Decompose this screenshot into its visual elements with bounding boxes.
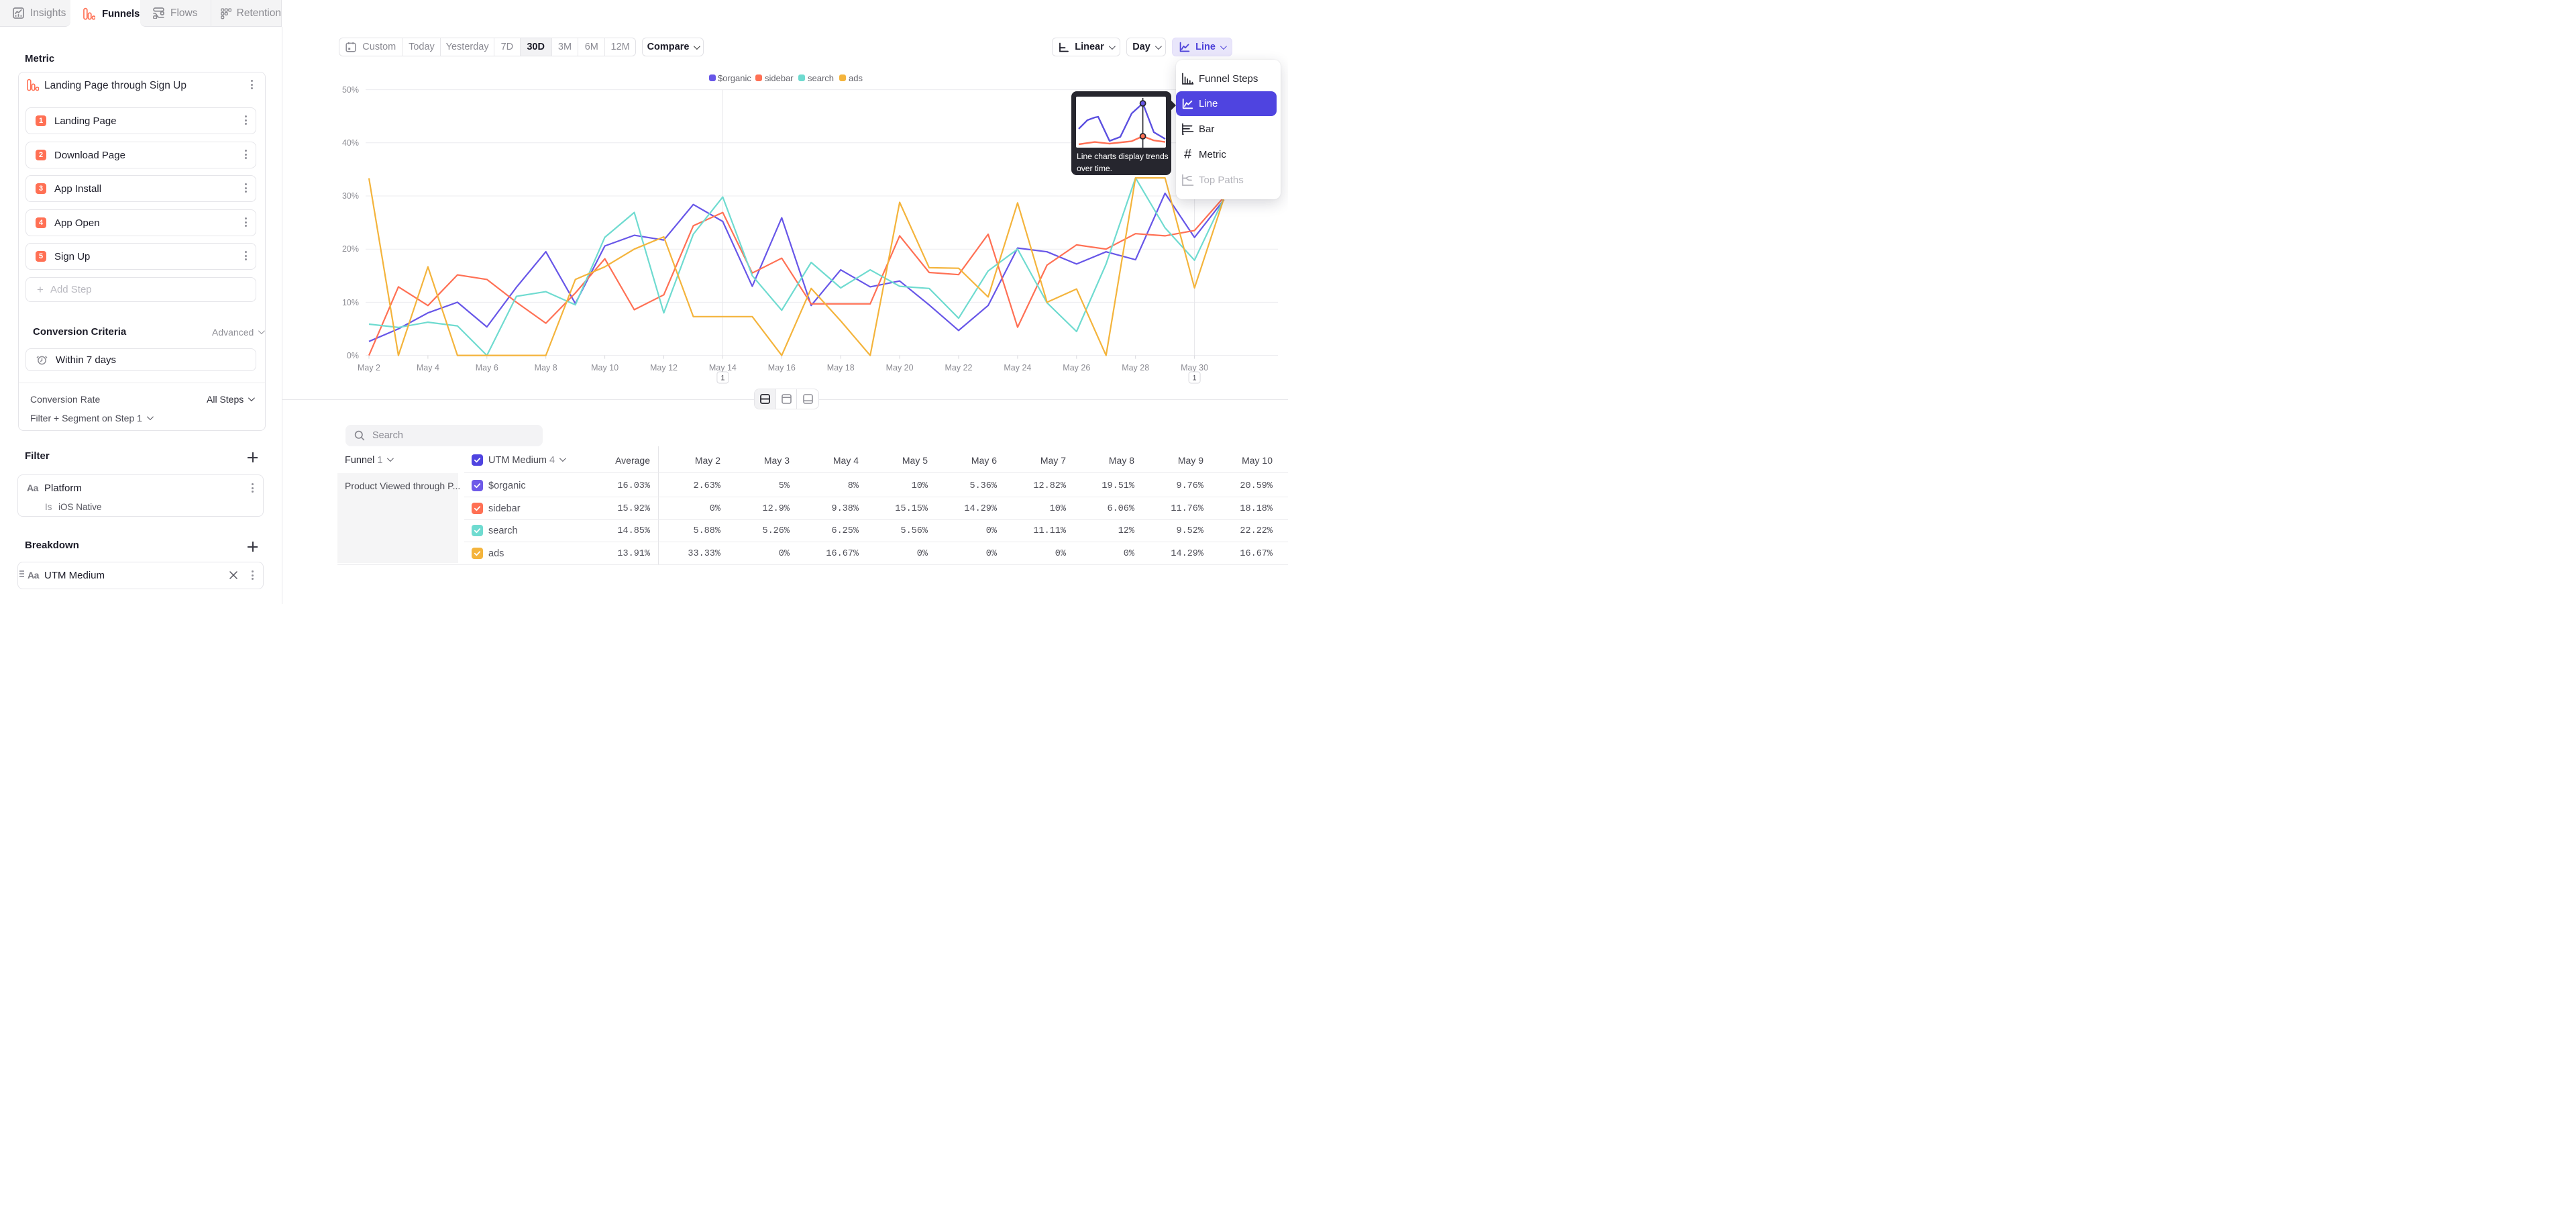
svg-text:May 4: May 4 <box>417 363 439 372</box>
svg-text:40%: 40% <box>342 138 359 148</box>
svg-text:May 28: May 28 <box>1122 363 1149 372</box>
svg-text:May 18: May 18 <box>827 363 855 372</box>
svg-text:May 22: May 22 <box>945 363 973 372</box>
svg-text:May 16: May 16 <box>768 363 796 372</box>
svg-text:0%: 0% <box>347 351 359 360</box>
svg-text:1: 1 <box>720 374 724 383</box>
svg-text:May 12: May 12 <box>650 363 678 372</box>
svg-text:10%: 10% <box>342 298 359 307</box>
svg-text:May 26: May 26 <box>1063 363 1090 372</box>
svg-text:May 20: May 20 <box>886 363 914 372</box>
svg-text:1: 1 <box>1193 374 1197 383</box>
svg-text:May 2: May 2 <box>358 363 380 372</box>
svg-text:50%: 50% <box>342 85 359 95</box>
svg-text:May 8: May 8 <box>535 363 557 372</box>
svg-text:May 30: May 30 <box>1181 363 1208 372</box>
svg-text:May 6: May 6 <box>476 363 498 372</box>
svg-text:May 24: May 24 <box>1004 363 1031 372</box>
svg-text:20%: 20% <box>342 244 359 254</box>
svg-text:May 10: May 10 <box>591 363 619 372</box>
svg-text:30%: 30% <box>342 191 359 201</box>
svg-text:May 14: May 14 <box>709 363 737 372</box>
